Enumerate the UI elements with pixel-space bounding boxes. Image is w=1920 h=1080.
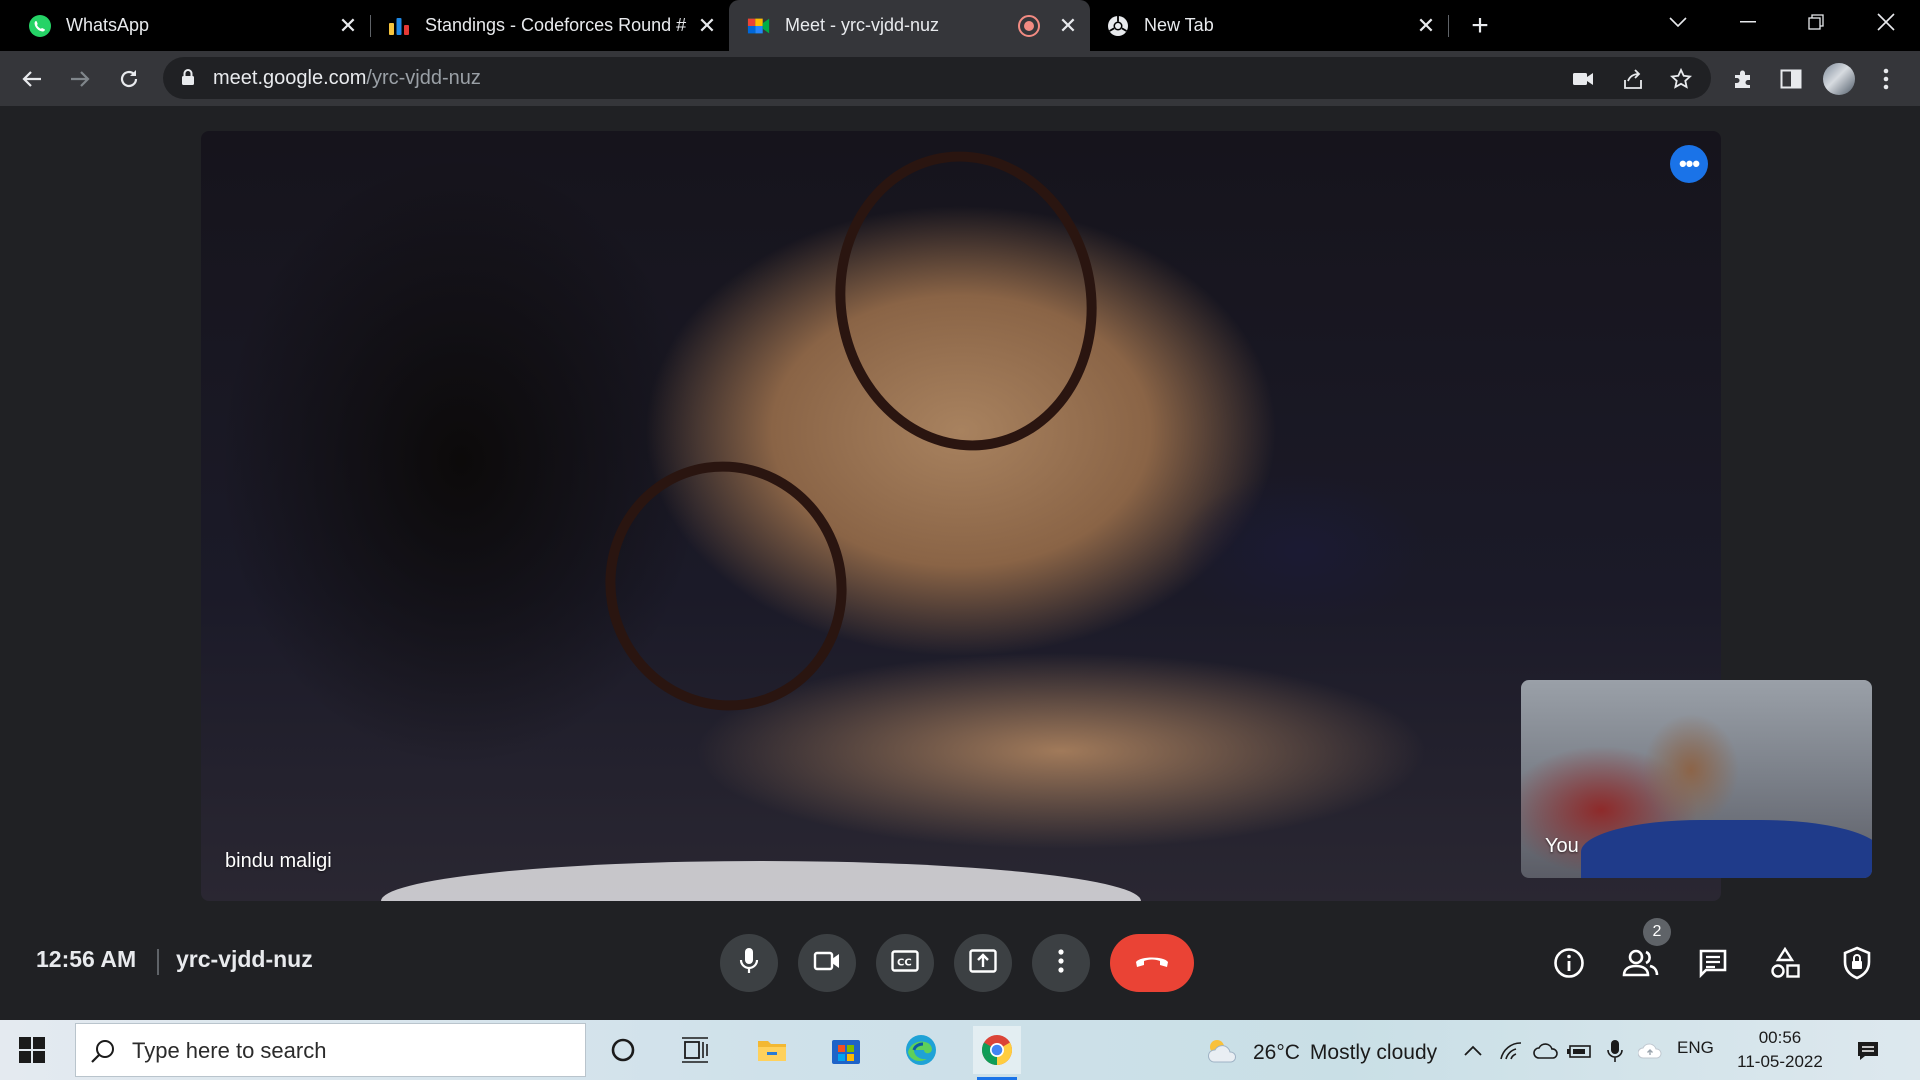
show-hidden-icons-icon[interactable] xyxy=(1460,1038,1486,1064)
windows-taskbar: Type here to search 26°C Mostly cloudy E… xyxy=(0,1020,1920,1080)
participant-name: bindu maligi xyxy=(225,850,332,872)
close-icon[interactable]: ✕ xyxy=(1412,12,1440,40)
participant-video[interactable]: bindu maligi ••• xyxy=(201,131,1721,901)
tab-title: New Tab xyxy=(1144,15,1214,35)
video-frame-detail xyxy=(570,427,882,745)
task-view-icon[interactable] xyxy=(671,1026,719,1074)
bookmark-star-icon[interactable] xyxy=(1668,66,1694,92)
url-domain: meet.google.com xyxy=(213,67,367,89)
tab-title: Standings - Codeforces Round # xyxy=(425,15,687,35)
self-name: You xyxy=(1545,835,1579,857)
closed-captions-icon: CC xyxy=(891,949,919,977)
google-meet-icon xyxy=(747,14,771,38)
people-icon[interactable] xyxy=(1617,939,1665,987)
battery-icon[interactable] xyxy=(1567,1038,1593,1064)
browser-tab-strip: WhatsApp ✕ Standings - Codeforces Round … xyxy=(0,0,1920,51)
file-explorer-icon[interactable] xyxy=(748,1026,796,1074)
close-icon[interactable]: ✕ xyxy=(1054,12,1082,40)
forward-icon[interactable] xyxy=(64,63,96,95)
microphone-icon xyxy=(739,947,759,980)
svg-text:CC: CC xyxy=(897,957,912,968)
input-language[interactable]: ENG xyxy=(1677,1038,1714,1058)
end-call-icon xyxy=(1134,953,1170,974)
notifications-icon[interactable] xyxy=(1852,1036,1884,1066)
weather-widget[interactable]: 26°C Mostly cloudy xyxy=(1205,1036,1437,1070)
cortana-icon[interactable] xyxy=(599,1026,647,1074)
profile-avatar[interactable] xyxy=(1823,63,1855,95)
chrome-icon xyxy=(1106,14,1130,38)
url-path: /yrc-vjdd-nuz xyxy=(366,67,481,89)
meeting-details-icon[interactable] xyxy=(1545,939,1593,987)
restore-icon[interactable] xyxy=(1788,0,1844,44)
tab-title: WhatsApp xyxy=(66,15,150,35)
codeforces-icon xyxy=(387,14,411,38)
microsoft-store-icon[interactable] xyxy=(822,1026,870,1074)
taskbar-search-box[interactable]: Type here to search xyxy=(75,1023,586,1077)
meeting-code: yrc-vjdd-nuz xyxy=(176,946,313,972)
captions-button[interactable]: CC xyxy=(876,934,934,992)
reload-icon[interactable] xyxy=(113,63,145,95)
extensions-icon[interactable] xyxy=(1727,63,1759,95)
tab-codeforces[interactable]: Standings - Codeforces Round # ✕ xyxy=(371,0,729,51)
divider xyxy=(157,949,159,975)
camera-in-use-icon[interactable] xyxy=(1570,66,1596,92)
tab-new-tab[interactable]: New Tab ✕ xyxy=(1090,0,1448,51)
tab-separator xyxy=(1448,15,1449,37)
minimize-icon[interactable] xyxy=(1720,0,1776,44)
search-placeholder: Type here to search xyxy=(132,1038,327,1063)
more-vert-icon xyxy=(1058,948,1064,978)
present-screen-button[interactable] xyxy=(954,934,1012,992)
chrome-menu-icon[interactable] xyxy=(1870,63,1902,95)
self-view-video[interactable]: You xyxy=(1521,680,1872,878)
host-controls-icon[interactable] xyxy=(1833,939,1881,987)
cloudy-weather-icon xyxy=(1205,1036,1239,1070)
close-icon[interactable]: ✕ xyxy=(693,12,721,40)
close-window-icon[interactable] xyxy=(1858,0,1914,44)
clock-date: 11-05-2022 xyxy=(1737,1052,1823,1071)
new-tab-button[interactable]: + xyxy=(1462,8,1498,44)
video-camera-icon xyxy=(813,951,841,976)
volume-icon[interactable] xyxy=(1638,1038,1664,1064)
tab-title: Meet - yrc-vjdd-nuz xyxy=(785,15,940,35)
close-icon[interactable]: ✕ xyxy=(334,12,362,40)
windows-start-icon[interactable] xyxy=(18,1036,46,1064)
present-screen-icon xyxy=(969,948,997,978)
clock-time: 00:56 xyxy=(1758,1028,1802,1047)
chrome-taskbar-icon[interactable] xyxy=(973,1026,1021,1080)
whatsapp-icon xyxy=(28,14,52,38)
back-icon[interactable] xyxy=(16,63,48,95)
meet-control-bar: 12:56 AM yrc-vjdd-nuz CC 2 xyxy=(0,914,1920,1020)
participant-options-icon[interactable]: ••• xyxy=(1670,145,1708,183)
meeting-time: 12:56 AM xyxy=(36,946,137,972)
activities-icon[interactable] xyxy=(1761,939,1809,987)
microphone-button[interactable] xyxy=(720,934,778,992)
side-panel-icon[interactable] xyxy=(1775,63,1807,95)
address-bar[interactable]: meet.google.com/yrc-vjdd-nuz xyxy=(163,57,1711,99)
lock-icon[interactable] xyxy=(181,68,195,91)
weather-temperature: 26°C xyxy=(1253,1041,1300,1064)
tab-search-icon[interactable] xyxy=(1650,0,1706,44)
weather-description: Mostly cloudy xyxy=(1309,1041,1438,1064)
tab-meet[interactable]: Meet - yrc-vjdd-nuz ✕ xyxy=(729,0,1090,51)
video-frame-detail xyxy=(1581,820,1872,878)
tab-whatsapp[interactable]: WhatsApp ✕ xyxy=(0,0,370,51)
wifi-icon[interactable] xyxy=(1498,1038,1524,1064)
leave-call-button[interactable] xyxy=(1110,934,1194,992)
participant-count-badge: 2 xyxy=(1643,918,1671,946)
search-icon xyxy=(90,1038,116,1069)
share-icon[interactable] xyxy=(1620,66,1646,92)
chat-icon[interactable] xyxy=(1689,939,1737,987)
recording-icon xyxy=(1018,14,1040,37)
system-clock[interactable]: 00:56 11-05-2022 xyxy=(1730,1026,1830,1074)
url-text: meet.google.com/yrc-vjdd-nuz xyxy=(213,67,481,90)
video-frame-detail xyxy=(811,131,1121,472)
browser-toolbar: meet.google.com/yrc-vjdd-nuz xyxy=(0,51,1920,106)
video-frame-detail xyxy=(381,861,1141,901)
microphone-tray-icon[interactable] xyxy=(1602,1038,1628,1064)
camera-button[interactable] xyxy=(798,934,856,992)
edge-browser-icon[interactable] xyxy=(897,1026,945,1074)
meet-stage: bindu maligi ••• You 12:56 AM yrc-vjdd-n… xyxy=(0,106,1920,1020)
onedrive-icon[interactable] xyxy=(1533,1038,1559,1064)
more-options-button[interactable] xyxy=(1032,934,1090,992)
